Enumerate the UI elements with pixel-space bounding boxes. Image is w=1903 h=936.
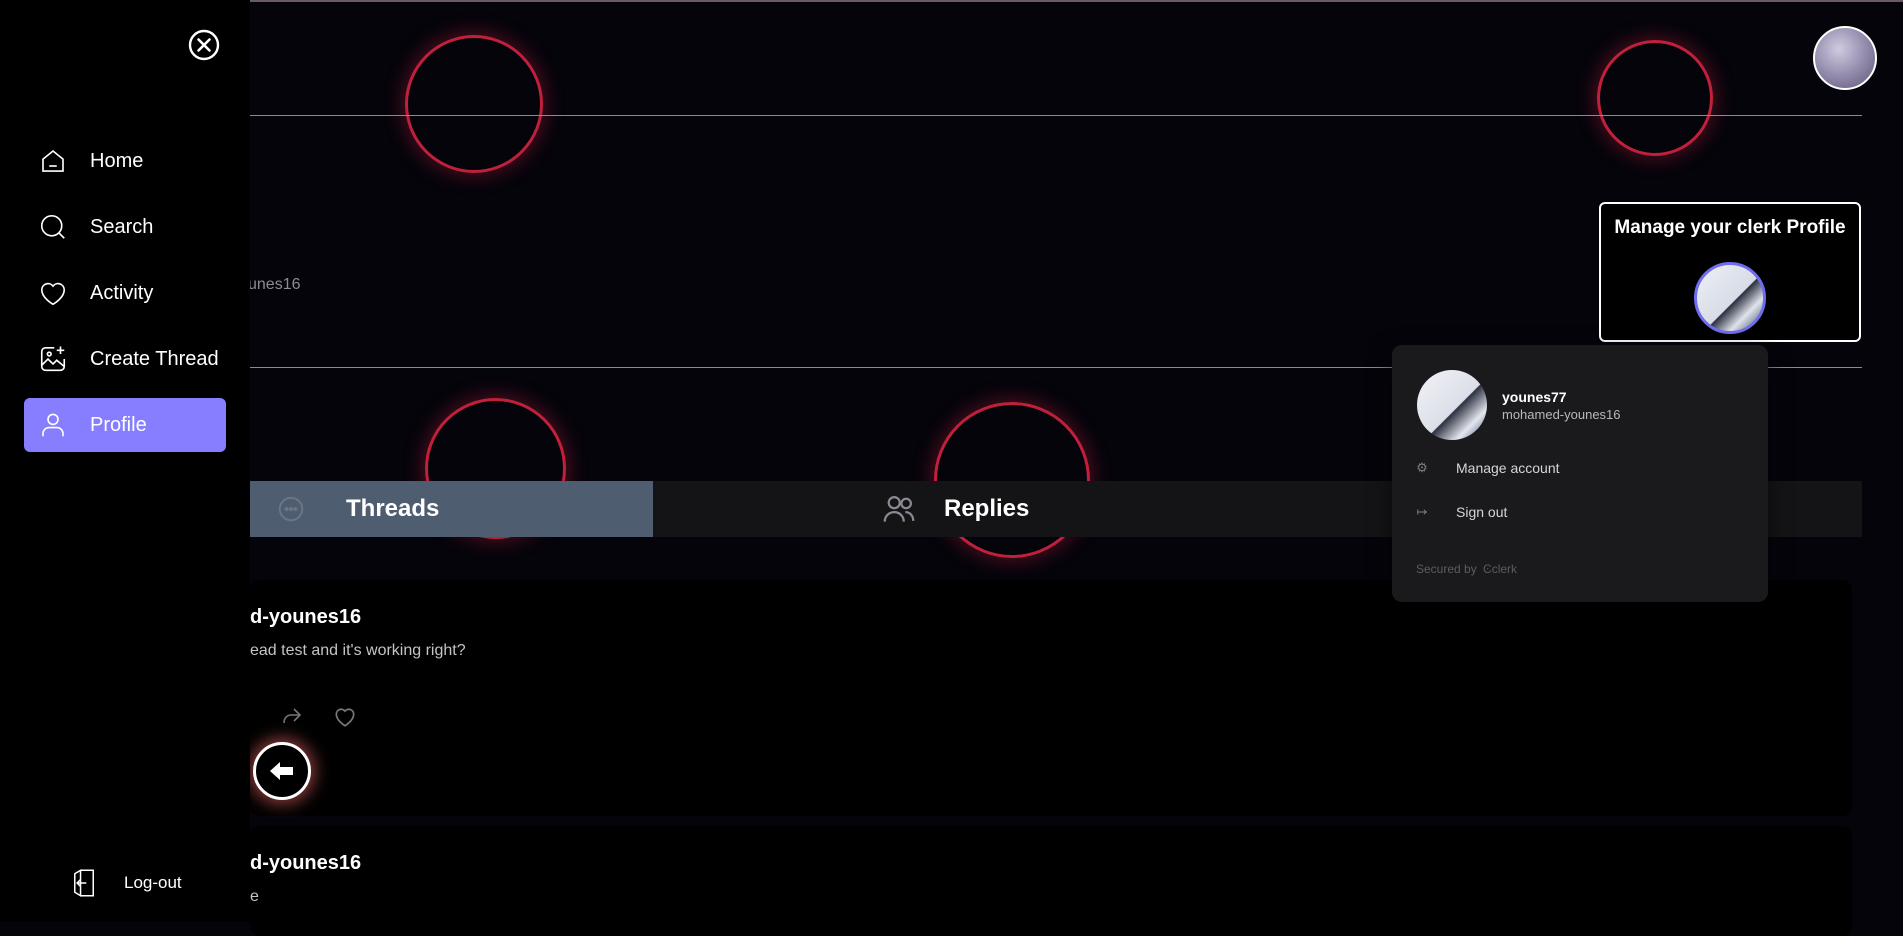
sidebar-item-home[interactable]: Home xyxy=(24,134,226,188)
chat-bubble-icon xyxy=(276,494,306,524)
users-icon xyxy=(880,490,918,528)
home-icon xyxy=(36,144,70,178)
user-menu-username: younes77 xyxy=(1502,389,1567,405)
thread-author[interactable]: d-younes16 xyxy=(250,852,361,875)
arrow-left-icon xyxy=(270,762,293,780)
sidebar-item-profile[interactable]: Profile xyxy=(24,398,226,452)
sign-out-label: Sign out xyxy=(1456,504,1508,520)
thread-card[interactable]: d-younes16 e xyxy=(250,826,1852,936)
sidebar-item-label: Activity xyxy=(90,281,154,304)
decor-ring-2 xyxy=(1597,40,1713,156)
sidebar-item-activity[interactable]: Activity xyxy=(24,266,226,320)
top-border xyxy=(0,0,1903,2)
sign-out-button[interactable]: ↦ Sign out xyxy=(1412,504,1508,520)
clerk-logo-icon: Ͼ xyxy=(1483,562,1492,576)
sidebar-item-search[interactable]: Search xyxy=(24,200,226,254)
thread-card[interactable]: d-younes16 ead test and it's working rig… xyxy=(250,580,1852,816)
clerk-brand-text: clerk xyxy=(1491,562,1518,576)
gear-icon: ⚙ xyxy=(1416,460,1428,475)
manage-account-button[interactable]: ⚙ Manage account xyxy=(1412,460,1560,476)
user-menu-handle: mohamed-younes16 xyxy=(1502,407,1621,422)
sidebar: Home Search Activity Create Thread Profi… xyxy=(0,0,250,922)
share-icon[interactable] xyxy=(280,704,304,733)
manage-profile-card[interactable]: Manage your clerk Profile xyxy=(1599,202,1861,342)
sign-out-icon: ↦ xyxy=(1416,504,1428,519)
thread-body: ead test and it's working right? xyxy=(250,642,466,659)
back-button[interactable] xyxy=(253,742,311,800)
tab-replies-label: Replies xyxy=(944,495,1030,522)
tab-replies[interactable]: Replies xyxy=(880,481,1280,537)
decor-ring-1 xyxy=(405,35,543,173)
user-avatar-button[interactable] xyxy=(1813,26,1877,90)
divider-top xyxy=(250,115,1862,116)
image-plus-icon xyxy=(36,342,70,376)
logout-icon xyxy=(74,868,94,898)
sidebar-item-label: Home xyxy=(90,149,144,172)
secured-by-clerk[interactable]: Secured by Ͼclerk xyxy=(1416,562,1517,576)
thread-author[interactable]: d-younes16 xyxy=(250,606,361,629)
sidebar-item-label: Search xyxy=(90,215,154,238)
tab-threads[interactable]: Threads xyxy=(250,481,653,537)
user-menu-avatar xyxy=(1417,370,1487,440)
thread-body: e xyxy=(250,888,259,905)
profile-handle: unes16 xyxy=(248,276,301,293)
user-menu-popup: younes77 mohamed-younes16 ⚙ Manage accou… xyxy=(1392,345,1768,602)
sidebar-item-create-thread[interactable]: Create Thread xyxy=(24,332,226,386)
sidebar-item-label: Profile xyxy=(90,413,147,436)
close-icon xyxy=(188,29,220,61)
user-icon xyxy=(36,408,70,442)
logout-button[interactable]: Log-out xyxy=(70,868,182,898)
sidebar-item-label: Create Thread xyxy=(90,347,219,370)
manage-account-label: Manage account xyxy=(1456,460,1560,476)
manage-profile-avatar[interactable] xyxy=(1694,262,1766,334)
manage-profile-title: Manage your clerk Profile xyxy=(1614,217,1846,238)
logout-label: Log-out xyxy=(124,873,182,892)
search-icon xyxy=(36,210,70,244)
close-sidebar-button[interactable] xyxy=(188,29,220,61)
like-heart-icon[interactable] xyxy=(332,704,358,733)
secured-by-text: Secured by xyxy=(1416,562,1477,576)
heart-icon xyxy=(36,276,70,310)
tab-threads-label: Threads xyxy=(346,495,440,522)
